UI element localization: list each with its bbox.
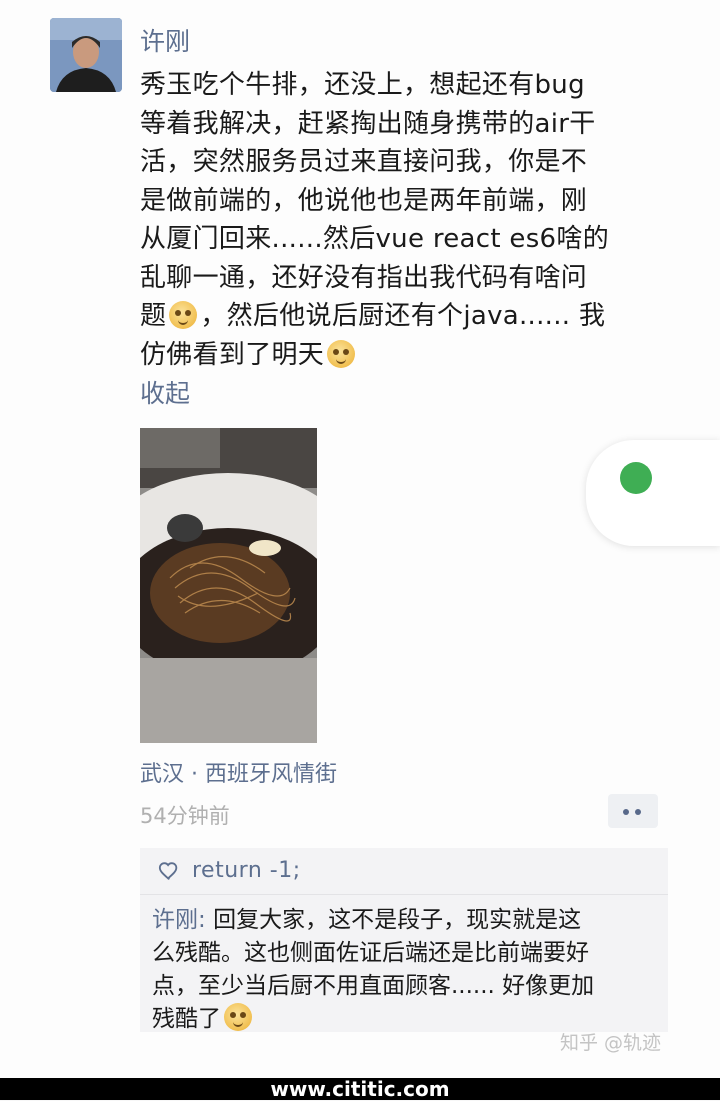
comments-panel: return -1; 许刚: 回复大家，这不是段子，现实就是这 么残酷。这也侧面佐… bbox=[140, 848, 668, 1032]
post-text: 秀玉吃个牛排，还没上，想起还有bug 等着我解决，赶紧掏出随身携带的air干 活，突… bbox=[140, 70, 609, 370]
smile-emoji-icon bbox=[169, 301, 198, 329]
liker-name[interactable]: return -1; bbox=[192, 858, 301, 883]
post-author[interactable]: 许刚 bbox=[140, 22, 190, 58]
grin-emoji-icon bbox=[224, 1003, 252, 1031]
comment-item[interactable]: 许刚: 回复大家，这不是段子，现实就是这 么残酷。这也侧面佐证后端还是比前端要好点… bbox=[152, 904, 664, 1036]
post-timestamp: 54分钟前 bbox=[140, 804, 230, 828]
grin-emoji-icon bbox=[327, 339, 356, 368]
footer-url: www.cititic.com bbox=[0, 1078, 720, 1100]
heart-icon bbox=[158, 861, 178, 880]
floating-chat-widget[interactable] bbox=[586, 440, 720, 546]
chat-bubble-icon bbox=[620, 462, 652, 494]
collapse-link[interactable]: 收起 bbox=[140, 374, 190, 410]
avatar[interactable] bbox=[50, 18, 122, 92]
post-photo[interactable] bbox=[140, 428, 317, 743]
dot-icon bbox=[635, 809, 641, 815]
more-options-button[interactable] bbox=[608, 794, 658, 828]
divider bbox=[140, 894, 668, 895]
likes-row: return -1; bbox=[158, 858, 301, 883]
dot-icon bbox=[623, 809, 629, 815]
watermark: 知乎 @轨迹 bbox=[560, 1032, 662, 1054]
commenter-name[interactable]: 许刚 bbox=[152, 907, 198, 933]
location-link[interactable]: 武汉 · 西班牙风情街 bbox=[140, 756, 337, 788]
moment-card: 许刚 秀玉吃个牛排，还没上，想起还有bug 等着我解决，赶紧掏出随身携带的air干… bbox=[0, 0, 720, 1078]
